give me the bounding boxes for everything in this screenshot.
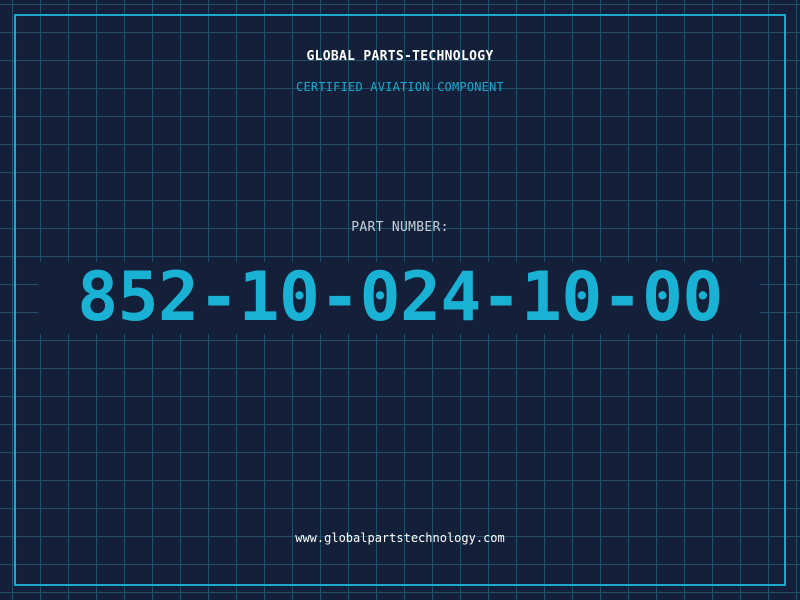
website-url: www.globalpartstechnology.com — [295, 531, 505, 545]
company-name: GLOBAL PARTS-TECHNOLOGY — [306, 49, 494, 64]
certification-subtitle: CERTIFIED AVIATION COMPONENT — [296, 80, 504, 94]
part-label-card: GLOBAL PARTS-TECHNOLOGY CERTIFIED AVIATI… — [0, 0, 800, 600]
part-number-label: PART NUMBER: — [351, 220, 449, 235]
part-number-value: 852-10-024-10-00 — [77, 258, 723, 337]
